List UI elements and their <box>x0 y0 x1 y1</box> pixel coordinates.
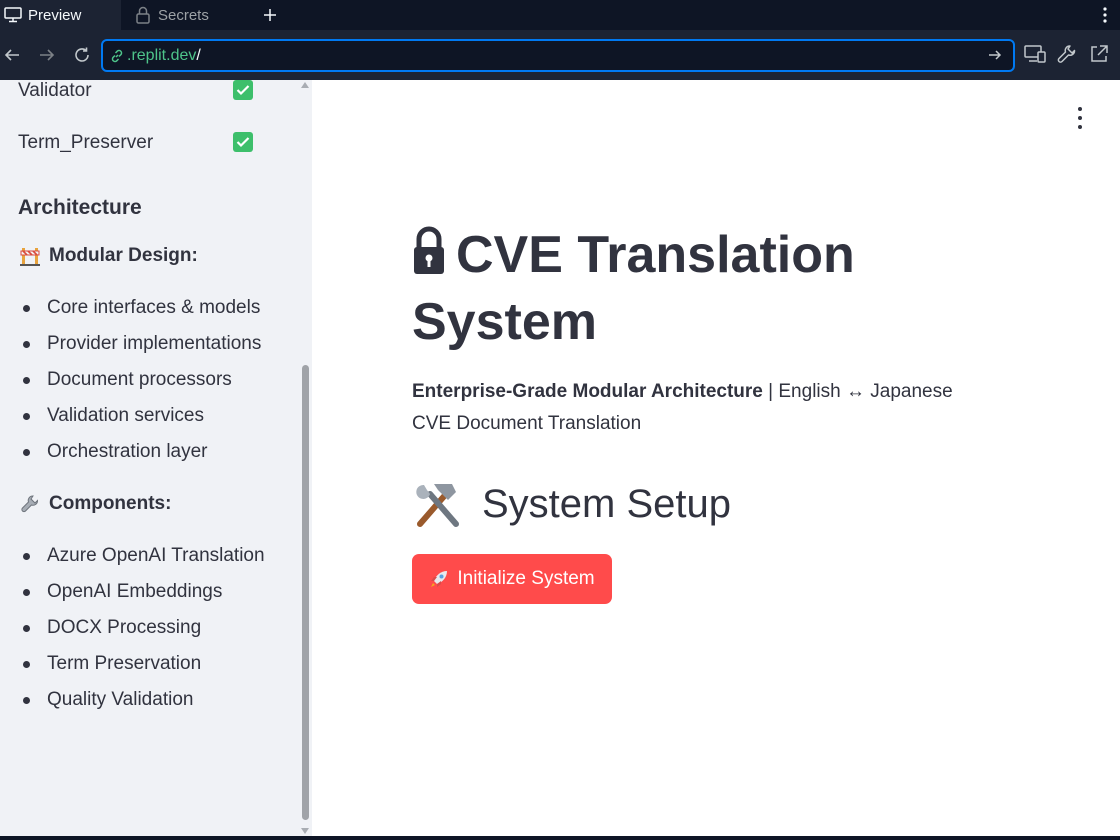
address-bar-row: .replit.dev / <box>0 30 1120 80</box>
lock-title-icon <box>412 226 446 276</box>
url-input[interactable]: .replit.dev / <box>101 39 1015 72</box>
toggle-label-validator: Validator <box>18 80 92 101</box>
construction-icon <box>18 245 42 267</box>
sidebar-scroll-thumb[interactable] <box>302 365 309 820</box>
link-icon <box>109 48 125 64</box>
bullet <box>23 341 30 348</box>
toggle-label-term-preserver: Term_Preserver <box>18 132 154 153</box>
back-arrow-icon[interactable] <box>0 42 24 68</box>
list-item: DOCX Processing <box>47 617 202 638</box>
url-host: .replit.dev <box>127 46 197 64</box>
checkbox-term-preserver[interactable] <box>233 132 253 152</box>
sidebar: Validator Term_Preserver Architecture Mo… <box>0 80 312 840</box>
open-external-icon[interactable] <box>1089 44 1111 66</box>
lock-icon <box>132 6 154 24</box>
list-item: Validation services <box>47 405 205 426</box>
bullet <box>23 553 30 560</box>
bullet <box>23 589 30 596</box>
bullet <box>23 697 30 704</box>
list-item: Provider implementations <box>47 333 262 354</box>
scroll-down-arrow-icon[interactable] <box>301 828 309 834</box>
tab-preview[interactable]: Preview <box>0 0 121 30</box>
components-heading: Components: <box>18 493 171 515</box>
components-label: Components: <box>49 493 172 514</box>
subtitle-bold: Enterprise-Grade Modular Architecture <box>412 381 763 402</box>
system-setup-text: System Setup <box>482 481 732 526</box>
list-item: Azure OpenAI Translation <box>47 545 265 566</box>
tab-label: Preview <box>28 6 82 24</box>
list-item: Document processors <box>47 369 232 390</box>
architecture-heading: Architecture <box>18 196 142 219</box>
modular-design-heading: Modular Design: <box>18 245 198 267</box>
window-bottom-edge <box>0 836 1120 840</box>
forward-arrow-icon[interactable] <box>35 42 59 68</box>
checkbox-validator[interactable] <box>233 80 253 100</box>
list-item: OpenAI Embeddings <box>47 581 223 602</box>
modular-design-label: Modular Design: <box>49 245 198 266</box>
tab-secrets[interactable]: Secrets <box>122 0 248 30</box>
list-item: Orchestration layer <box>47 441 208 462</box>
list-item: Core interfaces & models <box>47 297 261 318</box>
list-item: Quality Validation <box>47 689 194 710</box>
bullet <box>23 625 30 632</box>
devices-icon[interactable] <box>1024 44 1046 66</box>
tab-bar: Preview Secrets <box>0 0 1120 30</box>
bullet <box>23 305 30 312</box>
wrench-icon[interactable] <box>1057 44 1079 66</box>
hammer-and-wrench-icon <box>412 480 464 528</box>
rocket-icon <box>429 569 449 589</box>
page-title-text: CVE Translation System <box>412 226 855 351</box>
go-arrow-icon[interactable] <box>987 47 1005 65</box>
page-subtitle: Enterprise-Grade Modular Architecture | … <box>412 376 992 440</box>
bullet <box>23 413 30 420</box>
initialize-system-button[interactable]: Initialize System <box>412 554 612 604</box>
wrench-emoji-icon <box>18 494 42 514</box>
reload-icon[interactable] <box>70 42 94 68</box>
main-content: CVE Translation System Enterprise-Grade … <box>312 80 1120 840</box>
monitor-icon <box>2 7 24 23</box>
bullet <box>23 449 30 456</box>
url-path: / <box>196 46 201 64</box>
more-options-icon[interactable] <box>1098 0 1112 30</box>
initialize-system-label: Initialize System <box>457 568 595 589</box>
tab-label: Secrets <box>158 6 209 24</box>
scroll-up-arrow-icon[interactable] <box>301 82 309 88</box>
system-setup-heading: System Setup <box>412 480 731 528</box>
page-title: CVE Translation System <box>412 222 912 356</box>
list-item: Term Preservation <box>47 653 202 674</box>
new-tab-button[interactable] <box>258 0 282 30</box>
bullet <box>23 377 30 384</box>
main-menu-icon[interactable] <box>1072 107 1088 129</box>
bullet <box>23 661 30 668</box>
